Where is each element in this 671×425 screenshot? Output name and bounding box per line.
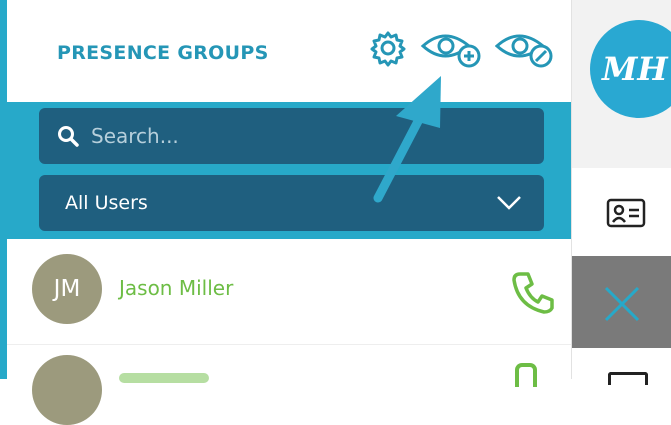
presence-groups-panel: PRESENCE GROUPS Search... All Users JM J…	[7, 0, 571, 425]
close-button[interactable]	[572, 256, 671, 348]
panel-header: PRESENCE GROUPS	[7, 0, 571, 102]
phone-icon[interactable]	[515, 363, 537, 387]
page-title: PRESENCE GROUPS	[57, 42, 269, 64]
list-item[interactable]: JM Jason Miller	[7, 240, 571, 344]
chevron-down-icon	[497, 196, 521, 210]
user-filter-select[interactable]: All Users	[39, 175, 544, 231]
left-accent-bar	[0, 0, 7, 379]
close-icon	[604, 286, 640, 322]
profile-area: MH	[572, 0, 671, 168]
profile-avatar[interactable]: MH	[590, 20, 671, 118]
message-button[interactable]	[572, 348, 671, 385]
gear-icon[interactable]	[369, 29, 407, 67]
search-icon	[58, 126, 79, 147]
search-placeholder: Search...	[91, 124, 179, 148]
contact-card-icon	[606, 198, 646, 228]
contact-card-button[interactable]	[572, 168, 671, 256]
user-filter-value: All Users	[65, 192, 148, 214]
user-name: Jason Miller	[119, 276, 234, 300]
add-watch-icon[interactable]	[419, 28, 487, 72]
search-input[interactable]: Search...	[39, 108, 544, 164]
remove-watch-icon[interactable]	[495, 28, 555, 72]
phone-icon[interactable]	[510, 268, 558, 316]
user-name-partial	[119, 373, 209, 383]
avatar	[32, 355, 102, 425]
right-sidebar: MH	[571, 0, 671, 385]
avatar: JM	[32, 254, 102, 324]
list-item[interactable]	[7, 344, 571, 425]
